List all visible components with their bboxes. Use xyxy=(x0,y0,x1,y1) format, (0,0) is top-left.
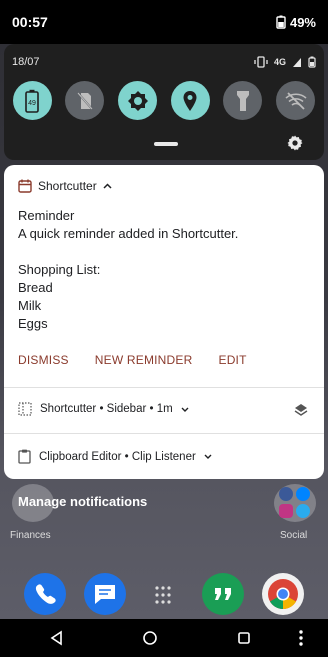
divider xyxy=(4,387,324,388)
dock xyxy=(0,573,328,619)
flashlight-tile[interactable] xyxy=(223,81,263,120)
list-item: Milk xyxy=(18,298,42,313)
notification-row-sidebar[interactable]: Shortcutter • Sidebar • 1m xyxy=(18,402,189,416)
grid-icon xyxy=(18,402,32,416)
vibrate-icon xyxy=(254,56,268,68)
qs-date: 18/07 xyxy=(12,56,40,68)
list-item: Eggs xyxy=(18,316,48,331)
sim-off-icon xyxy=(77,91,93,110)
clipboard-icon xyxy=(18,449,31,464)
quote-icon xyxy=(215,588,231,600)
phone-icon xyxy=(35,584,56,604)
battery-icon xyxy=(276,15,286,29)
dismiss-button[interactable]: DISMISS xyxy=(18,353,69,367)
battery-saver-label: 49 xyxy=(28,100,36,107)
battery-percent: 49% xyxy=(289,14,316,30)
battery-saver-icon: 49 xyxy=(25,89,40,113)
new-reminder-button[interactable]: NEW REMINDER xyxy=(95,353,193,367)
folder-label: Finances xyxy=(10,530,51,541)
folder-label: Social xyxy=(280,530,308,541)
folder-social[interactable] xyxy=(274,484,316,522)
chrome-app-icon[interactable] xyxy=(262,573,304,615)
messages-app-icon[interactable] xyxy=(84,573,126,615)
divider xyxy=(4,433,324,434)
status-time: 00:57 xyxy=(12,14,48,30)
notification-row-clipboard[interactable]: Clipboard Editor • Clip Listener xyxy=(18,449,212,464)
home-icon[interactable] xyxy=(141,629,159,647)
app-drawer-icon[interactable] xyxy=(154,585,172,605)
chevron-up-icon[interactable] xyxy=(103,183,112,189)
recents-icon[interactable] xyxy=(235,629,253,647)
chevron-down-icon[interactable] xyxy=(204,454,212,459)
chevron-down-icon[interactable] xyxy=(181,407,189,412)
row-text: Clipboard Editor • Clip Listener xyxy=(39,450,196,463)
notification-actions: DISMISS NEW REMINDER EDIT xyxy=(18,353,273,367)
brightness-icon xyxy=(127,90,148,111)
wifi-tile[interactable] xyxy=(276,81,316,120)
qs-tiles: 49 xyxy=(4,81,324,120)
row-text: Shortcutter • Sidebar • 1m xyxy=(40,403,173,415)
edit-button[interactable]: EDIT xyxy=(218,353,246,367)
chrome-icon xyxy=(268,579,298,609)
location-tile[interactable] xyxy=(170,81,210,120)
list-item: Bread xyxy=(18,280,53,295)
layers-icon[interactable] xyxy=(294,403,308,417)
flashlight-icon xyxy=(236,90,249,111)
manage-notifications-button[interactable]: Manage notifications xyxy=(18,494,147,509)
more-icon[interactable] xyxy=(292,629,310,647)
notification-header[interactable]: Shortcutter xyxy=(18,179,112,193)
settings-gear-icon[interactable] xyxy=(286,134,304,152)
calendar-icon xyxy=(18,179,32,193)
battery-small-icon xyxy=(308,56,316,68)
wifi-off-icon xyxy=(285,91,307,110)
notification-panel: Shortcutter Reminder A quick reminder ad… xyxy=(4,165,324,479)
hangouts-app-icon[interactable] xyxy=(202,573,244,615)
notification-text: A quick reminder added in Shortcutter. xyxy=(18,226,239,241)
navigation-bar xyxy=(0,619,328,657)
back-icon[interactable] xyxy=(48,629,66,647)
status-bar: 00:57 49% xyxy=(0,0,328,44)
signal-icon xyxy=(293,57,301,67)
brightness-tile[interactable] xyxy=(118,81,158,120)
sim-tile[interactable] xyxy=(65,81,105,120)
network-type: 4G xyxy=(273,57,286,67)
location-icon xyxy=(183,90,197,111)
notification-app-name: Shortcutter xyxy=(38,179,97,193)
battery-saver-tile[interactable]: 49 xyxy=(12,81,52,120)
qs-expand-handle[interactable] xyxy=(154,142,178,146)
status-indicators: 49% xyxy=(276,15,316,30)
list-title: Shopping List: xyxy=(18,262,101,277)
notification-title: Reminder xyxy=(18,208,75,223)
messages-icon xyxy=(95,585,115,604)
notification-body: Reminder A quick reminder added in Short… xyxy=(18,207,238,333)
quick-settings-panel: 18/07 4G 49 xyxy=(4,44,324,160)
phone-app-icon[interactable] xyxy=(24,573,66,615)
